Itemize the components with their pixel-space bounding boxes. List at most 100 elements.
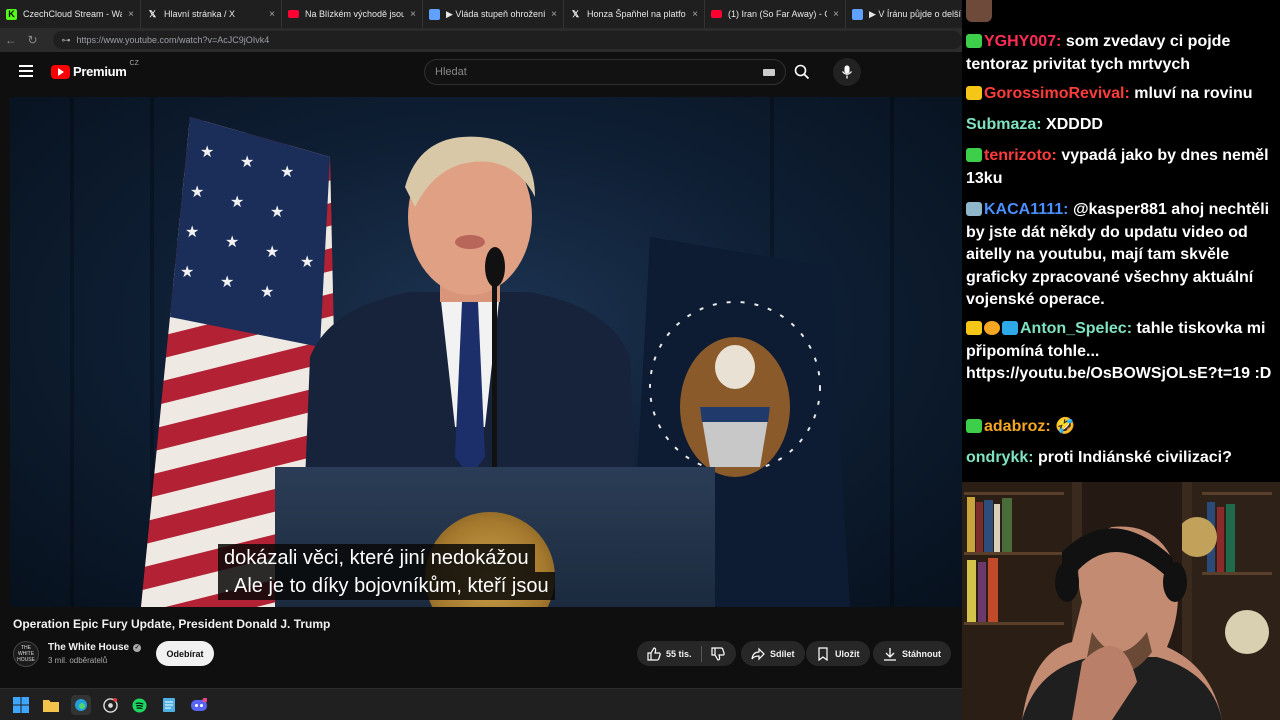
chrome-icon[interactable] [101,696,119,714]
browser-tab[interactable]: 𝕏 Honza Špaňhel na platformě × [564,0,705,28]
edge-icon[interactable] [71,695,91,715]
browser-tab[interactable]: Na Blízkém východě jsou tisí × [282,0,423,28]
tab-icon [429,8,440,20]
chat-separator: : [1051,147,1062,164]
verified-icon: ✓ [133,643,142,652]
chat-username[interactable]: adabroz [984,418,1045,435]
reload-icon[interactable]: ↻ [22,33,44,47]
dislike-icon[interactable] [710,646,725,661]
site-info-icon[interactable]: ⊶ [61,35,70,46]
tab-title: Honza Špaňhel na platformě [587,9,686,19]
chat-message: Submaza: XDDDD [966,114,1278,137]
green-badge-icon [966,419,982,433]
keyboard-icon[interactable] [763,69,775,76]
windows-taskbar [0,688,962,720]
channel-name[interactable]: The White House [48,642,129,653]
silver-badge-icon [966,202,982,216]
search-button[interactable] [786,59,818,85]
microphone-stand [485,247,505,487]
channel-name-row[interactable]: The White House ✓ [48,642,142,653]
windows-start-icon[interactable] [12,696,30,714]
browser-tab[interactable]: 𝕏 Hlavní stránka / X × [141,0,282,28]
menu-icon[interactable] [19,65,33,77]
microphone-icon [841,65,853,79]
chat-message: GorossimoRevival: mluví na rovinu [966,83,1278,106]
chat-text: XDDDD [1046,116,1103,133]
tab-title: Na Blízkém východě jsou tisí [305,9,404,19]
browser-window: K CzechCloud Stream - Watch L × 𝕏 Hlavní str… [0,0,962,720]
svg-text:★: ★ [230,192,244,211]
chat-username[interactable]: GorossimoRevival [984,85,1125,102]
share-icon [751,647,765,660]
chat-message: adabroz: 🤣 [966,416,1278,439]
svg-text:★: ★ [270,202,284,221]
subscribe-button[interactable]: Odebírat [156,641,214,666]
svg-text:★: ★ [200,142,214,161]
chat-message: tenrizoto: vypadá jako by dnes neměl 13k… [966,145,1278,190]
discord-icon[interactable] [190,696,208,714]
curtain-fold [890,97,894,607]
save-button[interactable]: Uložit [806,641,870,666]
file-explorer-icon[interactable] [42,696,60,714]
save-label: Uložit [835,648,860,659]
chat-username[interactable]: ondrykk [966,449,1028,466]
gold-badge-icon [966,86,982,100]
like-icon[interactable] [647,646,661,661]
channel-avatar[interactable]: THE WHITE HOUSE [13,641,39,667]
close-tab-icon[interactable]: × [128,9,134,20]
like-count[interactable]: 55 tis. [666,649,692,659]
chat-text: 🤣 [1055,418,1076,435]
svg-text:★: ★ [260,282,274,301]
youtube-premium-logo[interactable]: Premium CZ [51,60,139,79]
chat-text: mluví na rovinu [1134,85,1253,102]
close-tab-icon[interactable]: × [551,9,557,20]
cube-badge-icon [1002,321,1018,335]
address-bar[interactable]: ⊶ https://www.youtube.com/watch?v=AcJC9j… [53,31,962,49]
voice-search-button[interactable] [833,58,861,86]
youtube-header: Premium CZ Hledat [0,52,962,92]
browser-tab[interactable]: (1) Iran (So Far Away) - Offici × [705,0,846,28]
crown-badge-icon [966,321,982,335]
close-tab-icon[interactable]: × [692,9,698,20]
download-label: Stáhnout [902,648,941,659]
browser-tab[interactable]: K CzechCloud Stream - Watch L × [0,0,141,28]
search-icon [794,64,810,80]
close-tab-icon[interactable]: × [269,9,275,20]
back-icon[interactable]: ← [0,33,22,47]
youtube-play-icon [51,64,70,79]
download-button[interactable]: Stáhnout [873,641,951,666]
chat-username[interactable]: tenrizoto [984,147,1052,164]
chat-top-avatar [966,0,992,22]
chat-separator: : [1124,85,1135,102]
download-icon [884,647,896,661]
chat-username[interactable]: YGHY007 [984,33,1056,50]
browser-tab[interactable]: ▶ Vláda stupeň ohrožení tero × [423,0,564,28]
green-badge-icon [966,148,982,162]
subtitle-line: . Ale je to díky bojovníkům, kteří jsou [218,572,555,600]
tab-title: CzechCloud Stream - Watch L [23,9,122,19]
chat-text: proti Indiánské civilizaci? [1038,449,1232,466]
browser-tab[interactable]: ▶ V Íránu půjde o delší c× [846,0,962,28]
tab-icon [852,8,863,20]
x-icon: 𝕏 [571,8,580,19]
chat-separator: : [1045,418,1056,435]
tab-bar: K CzechCloud Stream - Watch L × 𝕏 Hlavní str… [0,0,962,28]
video-player[interactable]: ★ ★ ★ ★ ★ ★ ★ ★ ★ ★ ★ ★ ★ dokázali věci,… [10,97,962,607]
kick-icon: K [6,8,17,20]
tab-title: Hlavní stránka / X [164,9,236,19]
chat-username[interactable]: Anton_Spelec [1020,320,1127,337]
close-tab-icon[interactable]: × [833,9,839,20]
chat-message: Anton_Spelec: tahle tiskovka mi připomín… [966,318,1278,386]
spotify-icon[interactable] [130,696,148,714]
search-input[interactable]: Hledat [424,59,786,85]
share-button[interactable]: Sdílet [741,641,805,666]
notepad-icon[interactable] [160,696,178,714]
webcam-scene [962,482,1280,720]
chat-separator: : [1036,116,1047,133]
chat-username[interactable]: Submaza [966,116,1036,133]
svg-text:★: ★ [185,222,199,241]
address-bar-row: ← ↻ ⊶ https://www.youtube.com/watch?v=Ac… [0,28,962,52]
chat-username[interactable]: KACA1111 [984,201,1063,218]
close-tab-icon[interactable]: × [410,9,416,20]
video-title: Operation Epic Fury Update, President Do… [13,617,331,631]
